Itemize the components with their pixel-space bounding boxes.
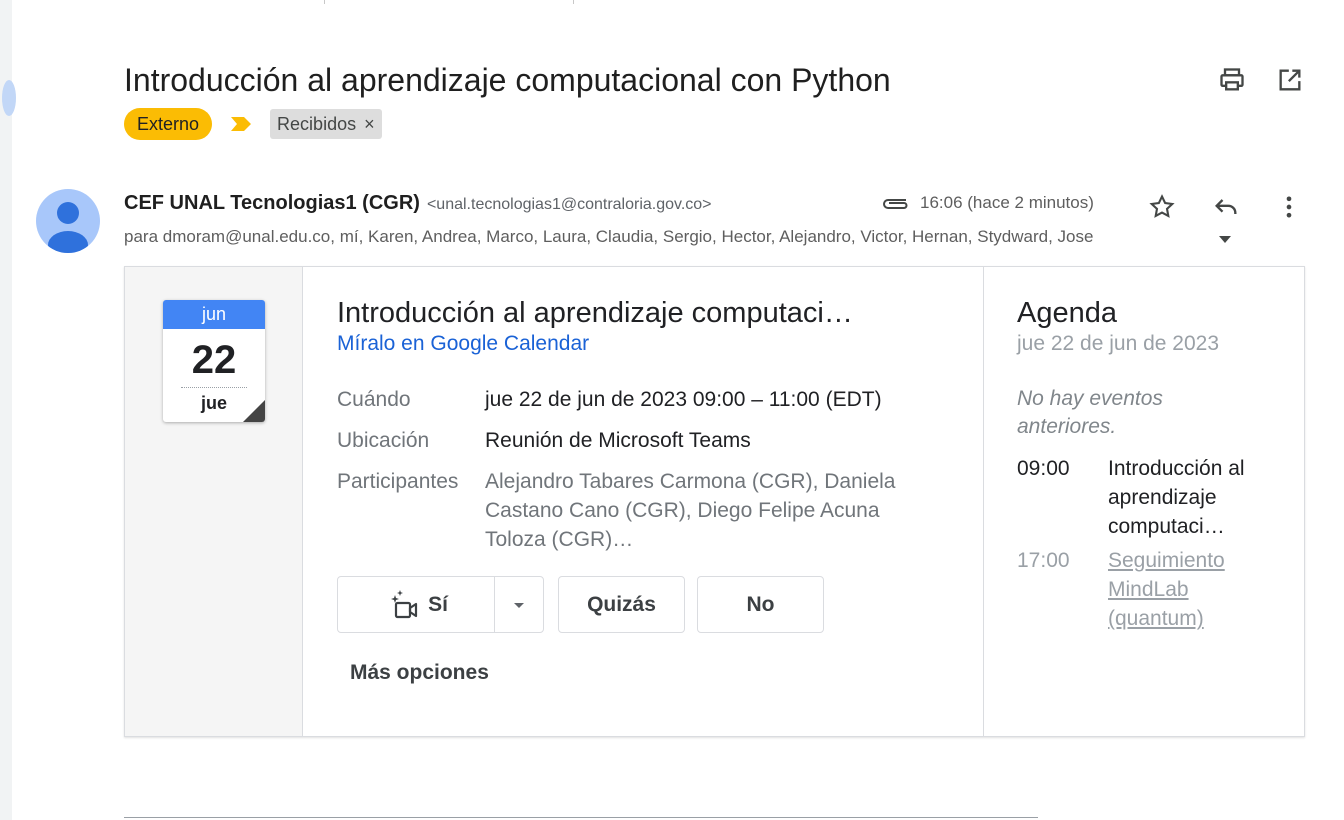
event-when-row: Cuándo jue 22 de jun de 2023 09:00 – 11:…: [337, 385, 945, 414]
agenda-event-time: 17:00: [1017, 549, 1070, 572]
sender-name[interactable]: CEF UNAL Tecnologias1 (CGR): [124, 192, 420, 215]
person-icon: [48, 202, 88, 253]
agenda-event-name: Introducción al aprendizaje computaci…: [1108, 457, 1245, 538]
rsvp-yes-label: Sí: [428, 592, 448, 616]
message-time: 16:06 (hace 2 minutos): [920, 193, 1094, 212]
rsvp-options-dropdown[interactable]: [494, 576, 544, 633]
agenda-event: 09:00 Introducción al aprendizaje comput…: [1017, 454, 1273, 541]
when-value: jue 22 de jun de 2023 09:00 – 11:00 (EDT…: [485, 388, 882, 411]
more-vert-icon[interactable]: [1275, 193, 1303, 221]
star-icon[interactable]: [1148, 193, 1176, 221]
message-meta: 16:06 (hace 2 minutos): [880, 193, 1094, 213]
importance-marker-icon[interactable]: [230, 116, 252, 132]
agenda-event: 17:00 Seguimiento MindLab (quantum): [1017, 546, 1273, 633]
label-externo[interactable]: Externo: [124, 108, 213, 140]
agenda-title: Agenda: [1017, 297, 1117, 329]
calendar-date-column: jun 22 jue: [125, 267, 303, 736]
paperclip-icon: [883, 199, 908, 209]
event-title: Introducción al aprendizaje computaci…: [337, 297, 853, 329]
recipients-line[interactable]: para dmoram@unal.edu.co, mí, Karen, Andr…: [124, 227, 1214, 247]
avatar[interactable]: [36, 189, 100, 253]
agenda-no-previous: No hay eventos anteriores.: [1017, 387, 1163, 438]
toolbar-fragment: [324, 0, 574, 4]
email-subject: Introducción al aprendizaje computaciona…: [124, 62, 891, 98]
participants-label: Participantes: [337, 470, 459, 493]
side-panel-edge: [2, 80, 16, 116]
participants-value[interactable]: Alejandro Tabares Carmona (CGR), Daniela…: [485, 467, 945, 554]
event-participants-row: Participantes Alejandro Tabares Carmona …: [337, 467, 945, 554]
print-icon[interactable]: [1218, 66, 1246, 94]
view-in-calendar-link[interactable]: Míralo en Google Calendar: [337, 332, 589, 356]
calendar-month: jun: [163, 300, 265, 329]
rsvp-yes-button[interactable]: Sí: [337, 576, 495, 633]
event-location-row: Ubicación Reunión de Microsoft Teams: [337, 426, 945, 455]
agenda-event-name[interactable]: Seguimiento MindLab (quantum): [1108, 546, 1273, 633]
more-options-link[interactable]: Más opciones: [350, 661, 489, 685]
reply-icon[interactable]: [1212, 193, 1240, 221]
divider: [124, 817, 1038, 818]
calendar-invite-card: jun 22 jue Introducción al aprendizaje c…: [124, 266, 1305, 737]
event-details: Introducción al aprendizaje computaci… M…: [304, 267, 984, 736]
label-row: Externo Recibidos ×: [124, 108, 382, 140]
calendar-day: 22: [191, 338, 237, 382]
open-in-new-window-icon[interactable]: [1276, 66, 1304, 94]
video-camera-sparkle-icon: [391, 589, 418, 618]
page-fold-icon: [243, 400, 265, 422]
location-value: Reunión de Microsoft Teams: [485, 429, 751, 452]
remove-label-icon[interactable]: ×: [364, 112, 375, 136]
label-recibidos[interactable]: Recibidos ×: [270, 109, 382, 139]
agenda-event-time: 09:00: [1017, 457, 1070, 480]
rsvp-no-button[interactable]: No: [697, 576, 824, 633]
agenda-panel: Agenda jue 22 de jun de 2023 No hay even…: [985, 267, 1305, 736]
label-recibidos-text: Recibidos: [277, 114, 357, 134]
caret-down-icon: [514, 602, 524, 608]
sender-line: CEF UNAL Tecnologias1 (CGR) <unal.tecnol…: [124, 192, 712, 215]
email-view: Introducción al aprendizaje computaciona…: [2, 0, 1344, 820]
calendar-date-icon: jun 22 jue: [163, 300, 265, 422]
when-label: Cuándo: [337, 388, 411, 411]
sender-email: <unal.tecnologias1@contraloria.gov.co>: [426, 196, 712, 213]
agenda-date: jue 22 de jun de 2023: [1017, 332, 1220, 355]
rsvp-maybe-button[interactable]: Quizás: [558, 576, 685, 633]
caret-down-icon[interactable]: [1218, 234, 1232, 244]
location-label: Ubicación: [337, 429, 430, 452]
